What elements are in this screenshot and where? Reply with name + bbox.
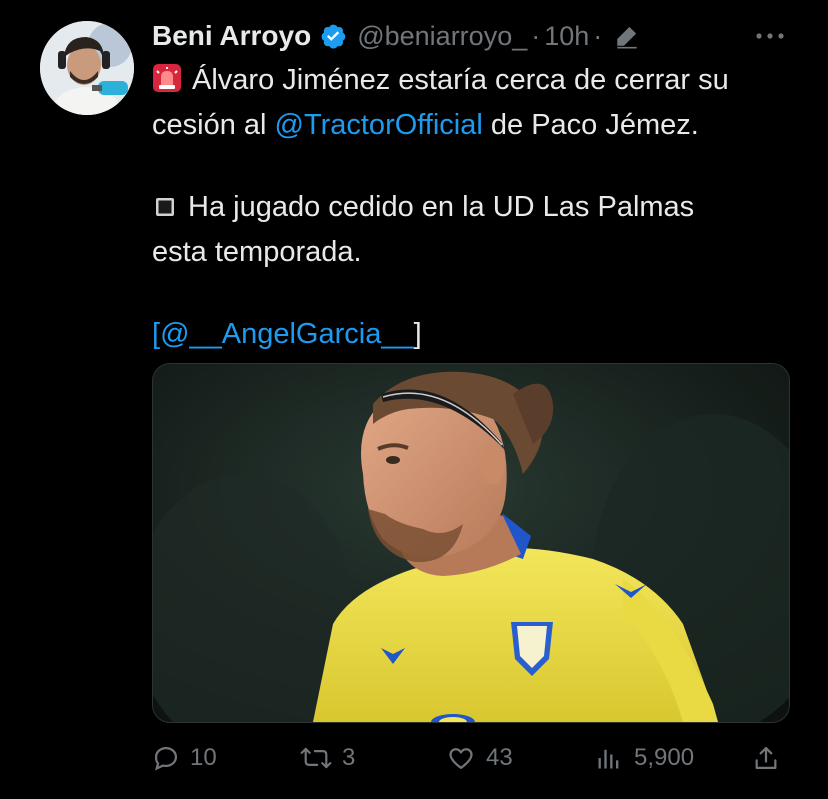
- tweet-line: cesión al @TractorOfficial de Paco Jémez…: [152, 105, 802, 146]
- separator-dot: ·: [531, 20, 541, 51]
- tweet-text: Álvaro Jiménez estaría cerca de cerrar s…: [152, 60, 802, 355]
- retweet-button[interactable]: 3: [300, 735, 355, 781]
- views-count: 5,900: [634, 744, 695, 771]
- reply-button[interactable]: 10: [152, 735, 217, 781]
- mention-link[interactable]: @TractorOfficial: [275, 109, 483, 141]
- credit-mention-link[interactable]: @__AngelGarcia__: [160, 318, 414, 350]
- tweet-line: Ha jugado cedido en la UD Las Palmas: [152, 187, 802, 232]
- reply-icon: [154, 746, 178, 771]
- more-options-button[interactable]: [752, 18, 788, 54]
- avatar-image: [40, 21, 134, 115]
- tweet-media-image[interactable]: [152, 363, 790, 723]
- black-square-icon: [152, 191, 178, 232]
- separator-dot: ·: [593, 20, 603, 51]
- reply-count: 10: [190, 744, 217, 771]
- author-handle[interactable]: @beniarroyo_: [357, 21, 527, 52]
- views-button[interactable]: 5,900: [594, 735, 694, 781]
- views-chart-icon: [598, 749, 619, 769]
- edited-pencil-icon[interactable]: [614, 23, 640, 49]
- tweet-line: Álvaro Jiménez estaría cerca de cerrar s…: [152, 60, 802, 105]
- football-player-photo: [153, 364, 789, 722]
- like-count: 43: [486, 744, 513, 771]
- credit-bracket-open: [: [152, 318, 161, 350]
- tweet-line: esta temporada.: [152, 232, 802, 273]
- tweet-time[interactable]: 10h: [544, 21, 589, 52]
- avatar[interactable]: [40, 21, 134, 115]
- tweet-line1-text: Álvaro Jiménez estaría cerca de cerrar s…: [192, 64, 729, 96]
- tweet-header: Beni Arroyo @beniarroyo_ · 10h ·: [152, 14, 640, 58]
- retweet-icon: [300, 747, 332, 769]
- tweet-actions-bar: 10 3 43 5,900: [152, 735, 788, 781]
- retweet-count: 3: [342, 744, 356, 771]
- rotating-light-icon: [152, 63, 182, 105]
- like-button[interactable]: 43: [446, 735, 513, 781]
- credit-bracket-close: ]: [413, 318, 422, 350]
- tweet-line2-prefix: cesión al: [152, 109, 275, 141]
- heart-icon: [449, 748, 473, 770]
- share-icon: [755, 746, 777, 770]
- author-name[interactable]: Beni Arroyo: [152, 20, 311, 52]
- tweet-line4-text: esta temporada.: [152, 236, 362, 268]
- tweet-line2-suffix: de Paco Jémez.: [482, 109, 699, 141]
- verified-badge-icon: [319, 22, 347, 50]
- share-button[interactable]: [752, 735, 780, 781]
- tweet-line: [@__AngelGarcia__]: [152, 314, 802, 355]
- more-dots-icon: [756, 33, 784, 39]
- tweet-line3-text: Ha jugado cedido en la UD Las Palmas: [188, 191, 695, 223]
